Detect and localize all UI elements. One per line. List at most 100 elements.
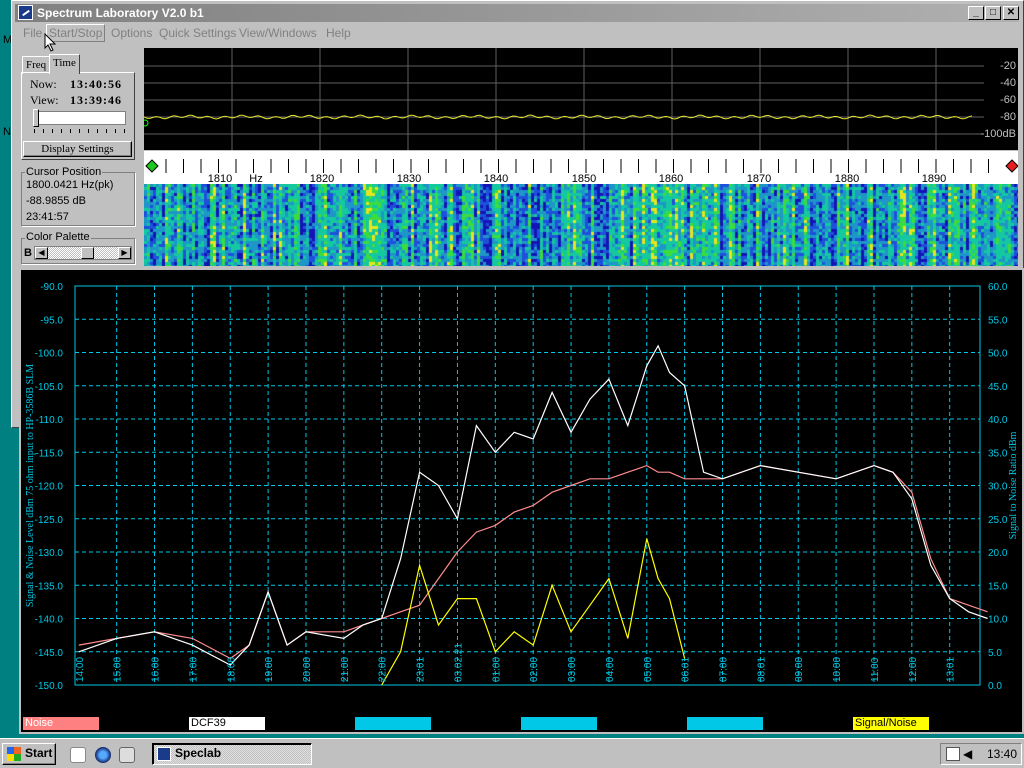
cursor-position-title: Cursor Position (25, 166, 103, 178)
x-tick-label: 06:01 (681, 657, 692, 682)
scroll-left-arrow-icon[interactable]: ◀ (35, 247, 48, 259)
left-tick-label: -145.0 (35, 648, 64, 659)
spectrum-db-label: -100dB (981, 128, 1016, 140)
menu-help[interactable]: Help (326, 26, 351, 40)
channels-icon[interactable] (119, 747, 135, 763)
left-axis-label: Signal & Noise Level dBm 75 ohm input to… (25, 364, 36, 607)
menu-quick-settings[interactable]: Quick Settings (159, 26, 236, 40)
left-tick-label: -105.0 (35, 382, 64, 393)
slider-ticks (34, 129, 126, 133)
show-desktop-icon[interactable] (70, 747, 86, 763)
x-tick-label: 11:00 (870, 657, 881, 682)
left-tick-label: -140.0 (35, 615, 64, 626)
frequency-label: 1880 (835, 173, 859, 184)
legend-item[interactable]: DCF39 (189, 717, 265, 730)
legend-item[interactable] (355, 717, 431, 730)
palette-scroll-thumb[interactable] (81, 247, 94, 259)
menu-file[interactable]: File (23, 26, 42, 40)
left-marker-diamond-icon[interactable] (145, 159, 159, 173)
display-settings-button[interactable]: Display Settings (23, 141, 132, 157)
x-tick-label: 10:00 (832, 657, 843, 682)
cursor-frequency: 1800.0421 Hz(pk) (26, 179, 114, 191)
cursor-level: -88.9855 dB (26, 195, 86, 207)
task-label: Speclab (175, 746, 222, 760)
right-tick-label: 60.0 (988, 282, 1008, 293)
left-tick-label: -95.0 (40, 315, 63, 326)
x-tick-label: 01:00 (491, 657, 502, 682)
desktop-letter: N (3, 126, 11, 138)
left-tick-label: -135.0 (35, 581, 64, 592)
x-tick-label: 03:00 (567, 657, 578, 682)
x-tick-label: 15:00 (113, 657, 124, 682)
palette-b-label: B (24, 247, 32, 259)
left-tick-label: -115.0 (35, 448, 63, 459)
legend-item[interactable] (521, 717, 597, 730)
windows-logo-icon (7, 747, 21, 761)
system-tray: ◀ 13:40 (940, 743, 1022, 765)
right-axis-label: Signal to Noise Ratio dBm (1008, 431, 1019, 539)
x-tick-label: 23:01 (416, 657, 427, 682)
scroll-right-arrow-icon[interactable]: ▶ (118, 247, 131, 259)
app-icon[interactable] (18, 5, 33, 20)
frequency-scale[interactable]: 1810 Hz 1820 1830 1840 1850 1860 1870 1880 1890 (144, 151, 1018, 184)
legend-item[interactable] (687, 717, 763, 730)
cursor-time: 23:41:57 (26, 211, 69, 223)
x-tick-label: 16:00 (151, 657, 162, 682)
frequency-label: 1820 (310, 173, 334, 184)
x-tick-label: 14:00 (75, 657, 86, 682)
legend-item[interactable]: Noise (23, 717, 99, 730)
waterfall-display[interactable] (144, 184, 1018, 266)
legend-item[interactable]: Signal/Noise (853, 717, 929, 730)
x-tick-label: 18:00 (226, 657, 237, 682)
x-tick-label: 05:00 (643, 657, 654, 682)
right-tick-label: 25.0 (988, 515, 1008, 526)
frequency-label: 1830 (397, 173, 421, 184)
time-tab-panel: Now: 13:40:56 View: 13:39:46 Display Set… (21, 72, 135, 160)
left-tick-label: -130.0 (35, 548, 64, 559)
right-tick-label: 30.0 (988, 482, 1008, 493)
x-tick-label: 08:01 (756, 657, 767, 682)
view-label: View: (30, 93, 59, 107)
x-tick-label: 17:00 (188, 657, 199, 682)
internet-explorer-icon[interactable] (95, 747, 111, 763)
menu-bar: File Start/Stop Options Quick Settings V… (15, 23, 1019, 43)
history-chart[interactable]: 14:00 15:00 16:00 17:00 18:00 19:00 20:00 21:00… (19, 268, 1024, 734)
close-button[interactable]: ✕ (1003, 6, 1019, 20)
palette-scrollbar[interactable]: ◀ ▶ (34, 246, 132, 260)
frequency-label: 1840 (484, 173, 508, 184)
right-tick-label: 10.0 (988, 615, 1008, 626)
tab-time[interactable]: Time (49, 54, 80, 74)
start-button[interactable]: Start (2, 743, 56, 765)
right-tick-label: 15.0 (988, 581, 1008, 592)
right-tick-label: 40.0 (988, 415, 1008, 426)
start-label: Start (25, 746, 53, 760)
tray-scheduler-icon[interactable] (946, 747, 960, 761)
title-bar[interactable]: Spectrum Laboratory V2.0 b1 _ □ ✕ (15, 4, 1019, 22)
taskbar-item-speclab[interactable]: Speclab (152, 743, 312, 765)
menu-view-windows[interactable]: View/Windows (239, 26, 317, 40)
clock: 13:40 (987, 747, 1018, 761)
volume-icon[interactable]: ◀ (963, 747, 975, 761)
frequency-label: 1810 (208, 173, 232, 184)
color-palette-title: Color Palette (25, 231, 91, 243)
x-tick-label: 09:00 (794, 657, 805, 682)
frequency-label: 1850 (572, 173, 596, 184)
x-tick-label: 02:00 (529, 657, 540, 682)
time-slider-thumb[interactable] (33, 109, 39, 127)
x-tick-label: 22:00 (378, 657, 389, 682)
right-tick-label: 35.0 (988, 448, 1008, 459)
maximize-button[interactable]: □ (985, 6, 1001, 20)
legend-bar: Noise DCF39 Signal/Noise (21, 716, 1022, 731)
spectrum-marker-icon (144, 119, 149, 127)
menu-options[interactable]: Options (111, 26, 152, 40)
spectrum-plot[interactable]: -20 -40 -60 -80 -100dB (144, 48, 1018, 150)
left-tick-label: -100.0 (35, 349, 64, 360)
right-marker-diamond-icon[interactable] (1005, 159, 1018, 173)
minimize-button[interactable]: _ (968, 6, 984, 20)
x-tick-label: 07:00 (719, 657, 730, 682)
view-value: 13:39:46 (70, 93, 122, 107)
spectrum-db-label: -40 (1000, 77, 1016, 89)
time-slider-track[interactable] (36, 111, 126, 125)
right-tick-label: 45.0 (988, 382, 1008, 393)
mouse-cursor-icon (44, 33, 57, 52)
